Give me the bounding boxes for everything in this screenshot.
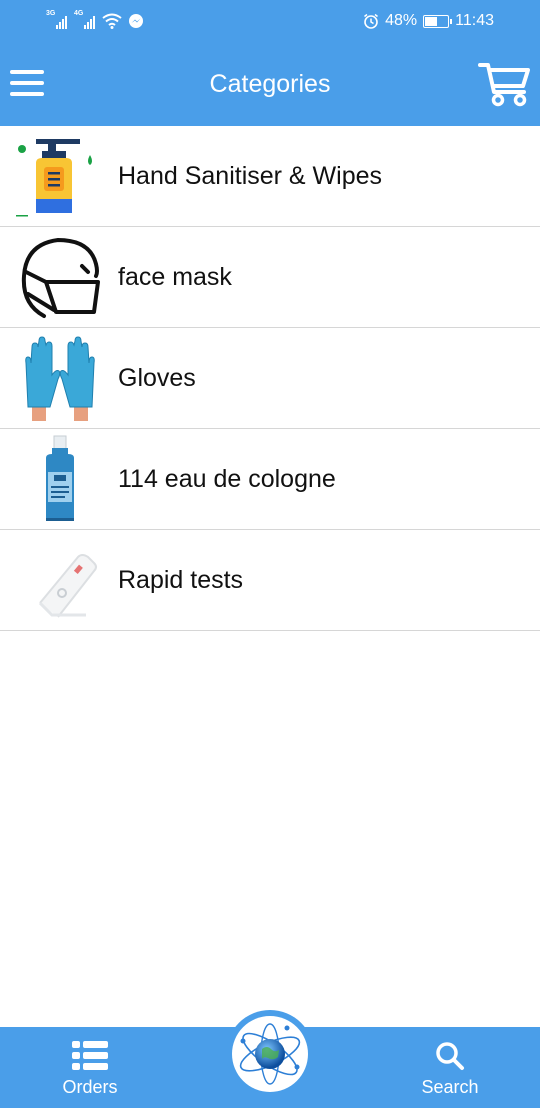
category-label: face mask [118,262,232,291]
category-item-hand-sanitiser[interactable]: Hand Sanitiser & Wipes [0,126,540,227]
status-bar: 3G 4G 48% 11:43 [0,0,540,42]
category-label: Hand Sanitiser & Wipes [118,161,383,190]
battery-icon [423,14,453,28]
category-list: Hand Sanitiser & Wipes face mask Gloves … [0,126,540,631]
page-title: Categories [209,70,331,98]
category-item-rapid-tests[interactable]: Rapid tests [0,530,540,631]
category-label: Gloves [118,363,196,392]
cologne-bottle-icon [14,432,108,526]
sanitiser-bottle-icon [14,129,108,223]
signal-icon: 4G [74,10,96,29]
globe-atom-icon [232,1016,308,1092]
home-button[interactable] [226,1010,314,1098]
rapid-test-icon [14,533,108,627]
wifi-icon [102,13,122,29]
category-item-cologne[interactable]: 114 eau de cologne [0,429,540,530]
category-item-face-mask[interactable]: face mask [0,227,540,328]
list-icon [72,1041,108,1070]
search-icon [436,1042,464,1070]
app-bar: Categories [0,42,540,126]
messenger-icon [129,14,143,28]
alarm-icon [364,13,379,29]
battery-percent: 48% [385,12,418,29]
orders-label: Orders [62,1077,118,1097]
gloves-icon [14,331,108,425]
category-item-gloves[interactable]: Gloves [0,328,540,429]
signal-icon: 3G [46,10,68,29]
status-right: 48% 11:43 [363,10,494,32]
signal-tech-label: 3G [46,10,56,17]
search-tab[interactable]: Search [370,1027,530,1108]
search-label: Search [421,1077,479,1097]
clock: 11:43 [455,12,494,29]
status-left: 3G 4G [46,10,144,32]
cart-icon[interactable] [478,60,532,108]
category-label: 114 eau de cologne [118,464,336,493]
signal-tech-label: 4G [74,10,84,17]
orders-tab[interactable]: Orders [10,1027,170,1108]
face-mask-icon [14,230,108,324]
category-label: Rapid tests [118,565,244,594]
